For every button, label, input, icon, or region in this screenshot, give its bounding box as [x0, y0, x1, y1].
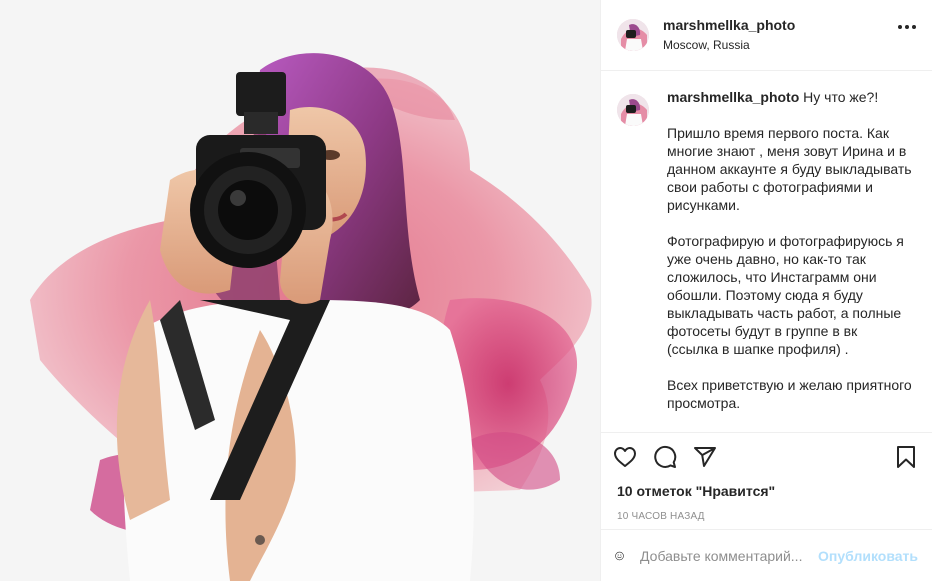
dot — [898, 25, 902, 29]
comment-input[interactable] — [638, 546, 813, 565]
dot — [912, 25, 916, 29]
caption-paragraph: Всех приветствую и желаю приятного просм… — [667, 377, 912, 411]
likes-count[interactable]: 10 отметок "Нравится" — [601, 483, 932, 499]
caption-username-link[interactable]: marshmellka_photo — [667, 89, 799, 105]
location-link[interactable]: Moscow, Russia — [663, 38, 795, 53]
post-time[interactable]: 10 часов назад — [601, 511, 932, 522]
action-icons — [601, 433, 932, 481]
instagram-post: marshmellka_photo Moscow, Russia marshme… — [0, 0, 932, 581]
username-link[interactable]: marshmellka_photo — [663, 17, 795, 35]
caption-row: marshmellka_photo Ну что же?! Пришло вре… — [617, 88, 916, 412]
caption-paragraph: Пришло время первого поста. Как многие з… — [667, 125, 912, 213]
caption-avatar[interactable] — [617, 94, 649, 126]
post-image[interactable] — [0, 0, 600, 581]
post-sidebar: marshmellka_photo Moscow, Russia marshme… — [600, 0, 932, 581]
caption-opening: Ну что же?! — [803, 89, 879, 105]
heart-icon[interactable] — [613, 445, 637, 469]
caption-text: marshmellka_photo Ну что же?! Пришло вре… — [667, 88, 912, 412]
illustration-photographer — [0, 0, 600, 581]
dot — [905, 25, 909, 29]
post-header: marshmellka_photo Moscow, Russia — [601, 0, 932, 71]
header-text: marshmellka_photo Moscow, Russia — [663, 17, 795, 54]
comment-icon[interactable] — [653, 445, 677, 469]
avatar-image — [617, 94, 649, 126]
emoji-icon[interactable] — [615, 543, 624, 569]
avatar[interactable] — [617, 19, 649, 51]
share-icon[interactable] — [693, 445, 717, 469]
caption-paragraph: Фотографирую и фотографируюсь я уже очен… — [667, 233, 904, 357]
more-options-icon[interactable] — [898, 25, 916, 29]
comments-section: marshmellka_photo Ну что же?! Пришло вре… — [601, 72, 932, 432]
publish-button[interactable]: Опубликовать — [818, 548, 918, 564]
add-comment-form: Опубликовать — [601, 529, 932, 581]
caption-first-line: marshmellka_photo Ну что же?! — [667, 88, 912, 106]
bookmark-icon[interactable] — [894, 445, 918, 469]
avatar-image — [617, 19, 649, 51]
